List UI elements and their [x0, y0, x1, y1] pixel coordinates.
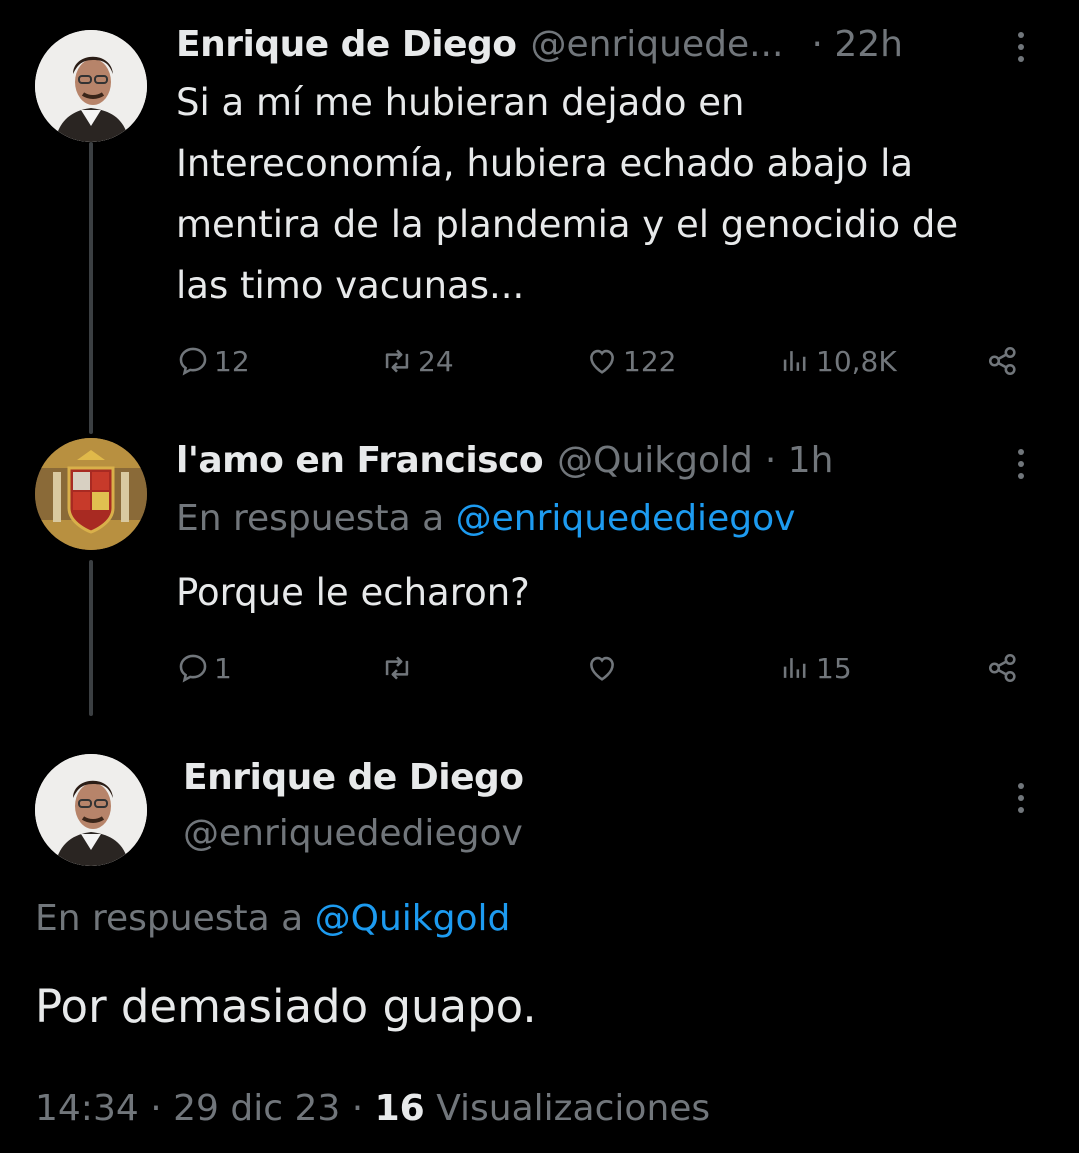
thread-line [89, 142, 93, 434]
tweet-timestamp[interactable]: 14:34 [35, 1088, 139, 1129]
reply-button[interactable]: 12 [176, 344, 250, 378]
separator: · [351, 1088, 364, 1129]
reply-icon [179, 347, 207, 376]
views-label: Visualizaciones [436, 1088, 711, 1129]
more-options-icon[interactable] [1018, 449, 1024, 479]
views-button[interactable]: 15 [778, 651, 852, 685]
author-handle[interactable]: @enriquede... [531, 24, 784, 65]
tweet2-header: l'amo en Francisco @Quikgold · 1h [176, 436, 834, 484]
avatar-enrique[interactable] [35, 754, 147, 866]
like-button[interactable] [585, 651, 623, 685]
tweet-line: las timo vacunas... [176, 264, 525, 307]
author-handle[interactable]: @Quikgold [557, 440, 753, 481]
views-count: 16 [374, 1088, 425, 1129]
reply-context: En respuesta a @enriquedediegov [176, 498, 795, 539]
share-button[interactable] [986, 344, 1020, 378]
views-count: 10,8K [816, 344, 897, 378]
share-icon [988, 346, 1016, 376]
heart-icon [590, 656, 614, 681]
retweet-icon [385, 349, 409, 373]
retweet-button[interactable]: 24 [380, 344, 454, 378]
reply-button[interactable]: 1 [176, 651, 232, 685]
reply-icon [179, 654, 207, 683]
avatar-enrique[interactable] [35, 30, 147, 142]
reply-count: 1 [214, 651, 232, 685]
reply-prefix: En respuesta a [176, 498, 445, 539]
retweet-icon [385, 656, 409, 680]
tweet-time[interactable]: · 22h [811, 24, 903, 65]
reply-context: En respuesta a @Quikgold [35, 898, 510, 939]
views-count: 15 [816, 651, 852, 685]
tweet-line: mentira de la plandemia y el genocidio d… [176, 203, 959, 246]
reply-count: 12 [214, 344, 250, 378]
author-name[interactable]: Enrique de Diego [183, 754, 524, 802]
views-icon [783, 351, 806, 371]
tweet-date[interactable]: 29 dic 23 [173, 1088, 340, 1129]
retweet-count: 24 [418, 344, 454, 378]
views-button[interactable]: 10,8K [778, 344, 897, 378]
tweet-meta: 14:34 · 29 dic 23 · 16 Visualizaciones [35, 1088, 710, 1129]
more-options-icon[interactable] [1018, 783, 1024, 813]
tweet3-text: Por demasiado guapo. [35, 980, 537, 1033]
views-icon [783, 658, 806, 678]
heart-icon [590, 349, 614, 374]
share-button[interactable] [986, 651, 1020, 685]
author-name[interactable]: Enrique de Diego [176, 24, 517, 65]
separator: · [150, 1088, 162, 1129]
author-handle[interactable]: @enriquedediegov [183, 810, 523, 858]
more-options-icon[interactable] [1018, 32, 1024, 62]
tweet1-header: Enrique de Diego @enriquede... · 22h [176, 20, 903, 68]
share-icon [988, 653, 1016, 683]
tweet2-text: Porque le echaron? [176, 571, 530, 614]
tweet-line: Si a mí me hubieran dejado en [176, 81, 745, 124]
reply-mention-link[interactable]: @enriquedediegov [456, 498, 796, 539]
tweet1-text: Si a mí me hubieran dejado en Interecono… [176, 72, 958, 316]
author-name[interactable]: l'amo en Francisco [176, 440, 544, 481]
like-button[interactable]: 122 [585, 344, 676, 378]
tweet-time[interactable]: · 1h [765, 440, 834, 481]
reply-mention-link[interactable]: @Quikgold [315, 898, 511, 939]
reply-prefix: En respuesta a [35, 898, 304, 939]
thread-line [89, 560, 93, 716]
tweet-line: Intereconomía, hubiera echado abajo la [176, 142, 914, 185]
retweet-button[interactable] [380, 651, 418, 685]
avatar-lamo[interactable] [35, 438, 147, 550]
like-count: 122 [623, 344, 677, 378]
